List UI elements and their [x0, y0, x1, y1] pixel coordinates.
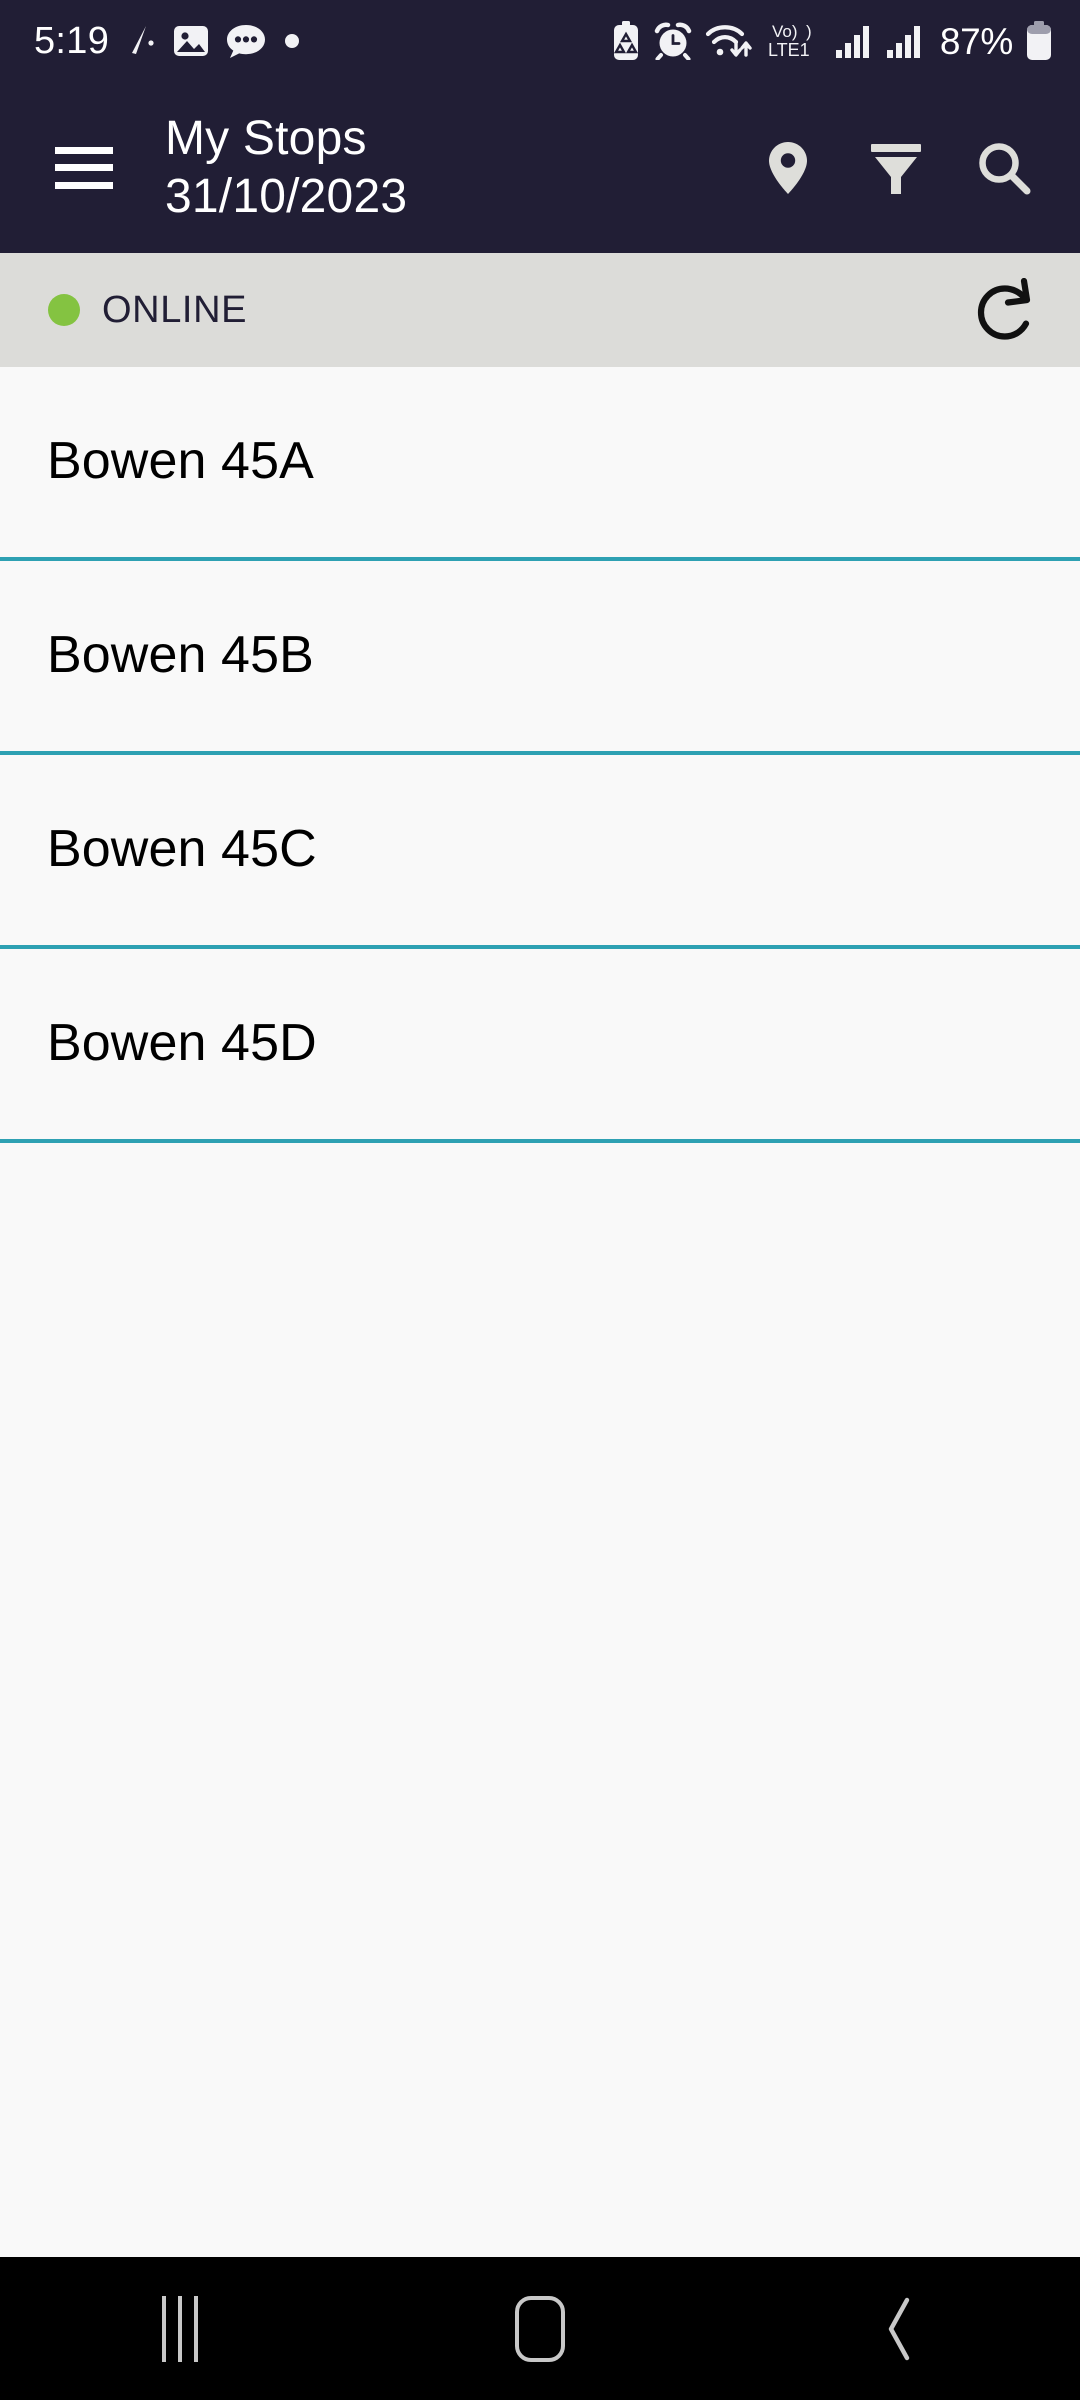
stop-name-label: Bowen 45A [47, 432, 314, 491]
svg-text:LTE1: LTE1 [768, 40, 810, 60]
volte-lte1-icon: Vo) ) LTE1 [766, 20, 822, 62]
location-pin-icon[interactable] [734, 114, 842, 222]
status-bar-clock: 5:19 [34, 20, 110, 62]
gallery-image-icon [173, 23, 209, 59]
back-button[interactable] [820, 2257, 980, 2400]
battery-saver-icon [611, 21, 641, 61]
recents-icon [162, 2295, 198, 2362]
refresh-icon[interactable] [964, 267, 1050, 353]
list-empty-area [0, 1143, 1080, 2243]
stop-name-label: Bowen 45D [47, 1014, 317, 1073]
signal-bars-sim1-icon [835, 23, 873, 59]
phone-screen: 5:19 Vo)) LTE1 87% My Stops 31/10/2023 … [0, 0, 1080, 2400]
signal-bars-sim2-icon [886, 23, 924, 59]
hamburger-menu-icon[interactable] [55, 146, 113, 189]
recents-button[interactable] [100, 2257, 260, 2400]
chat-bubble-icon [226, 23, 266, 59]
stops-list: Bowen 45A Bowen 45B Bowen 45C Bowen 45D [0, 367, 1080, 2243]
status-badge: ONLINE [102, 288, 248, 331]
search-icon[interactable] [950, 114, 1058, 222]
dot-indicator-icon [283, 32, 301, 50]
status-bar-right-group: Vo) ) LTE1 87% [611, 20, 1052, 62]
home-icon [515, 2295, 565, 2362]
app-bar-title-block: My Stops 31/10/2023 [165, 110, 407, 226]
app-bar-actions [734, 114, 1080, 222]
connection-status-strip: ONLINE [0, 253, 1080, 367]
alarm-clock-icon [654, 22, 692, 60]
pen-slash-icon [126, 23, 156, 59]
back-chevron-icon [888, 2297, 910, 2360]
page-subtitle-date: 31/10/2023 [165, 169, 408, 223]
svg-text:): ) [806, 22, 812, 41]
filter-funnel-icon[interactable] [842, 114, 950, 222]
app-bar: My Stops 31/10/2023 [0, 82, 1080, 253]
stop-name-label: Bowen 45C [47, 820, 317, 879]
android-navigation-bar [0, 2257, 1080, 2400]
online-status-indicator-dot [48, 294, 80, 326]
stop-name-label: Bowen 45B [47, 626, 314, 685]
status-bar-left-group: 5:19 [34, 22, 301, 60]
list-item[interactable]: Bowen 45C [0, 755, 1080, 949]
wifi-icon [705, 21, 753, 61]
list-item[interactable]: Bowen 45D [0, 949, 1080, 1143]
battery-percentage-label: 87% [939, 20, 1013, 62]
battery-icon [1026, 21, 1052, 61]
page-title: My Stops [165, 111, 367, 165]
list-item[interactable]: Bowen 45A [0, 367, 1080, 561]
system-status-bar: 5:19 Vo)) LTE1 87% [0, 0, 1080, 82]
svg-text:Vo): Vo) [772, 22, 798, 41]
home-button[interactable] [460, 2257, 620, 2400]
list-item[interactable]: Bowen 45B [0, 561, 1080, 755]
